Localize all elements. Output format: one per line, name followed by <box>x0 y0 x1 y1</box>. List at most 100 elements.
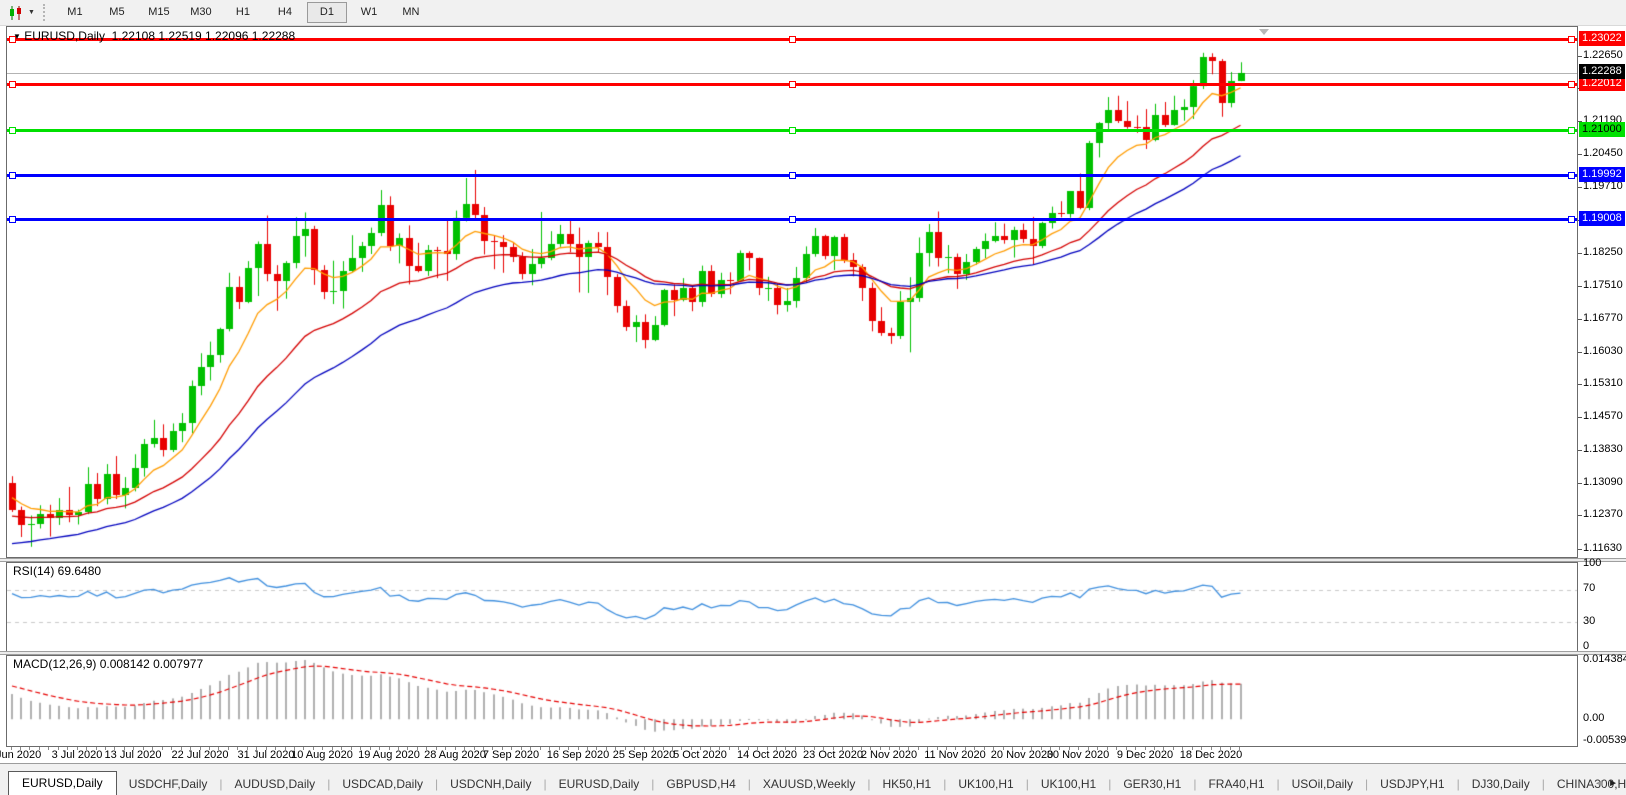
date-minor-tick <box>729 747 730 750</box>
chart-tab-bar: EURUSD,DailyUSDCHF,Daily|AUDUSD,Daily|US… <box>0 763 1626 795</box>
price-tick-label: 1.22650 <box>1583 49 1623 61</box>
level-line-handle[interactable] <box>9 127 16 134</box>
price-tick-label: 1.13830 <box>1583 443 1623 455</box>
level-line-handle[interactable] <box>9 172 16 179</box>
toolbar-grip[interactable] <box>43 4 48 21</box>
metatrader-window: ▼ M1M5M15M30H1H4D1W1MN ▼ EURUSD,Daily 1.… <box>0 0 1626 794</box>
rsi-tick-label: 70 <box>1583 582 1595 594</box>
level-line-handle[interactable] <box>789 216 796 223</box>
price-tick-label: 1.15310 <box>1583 377 1623 389</box>
chart-tab-usdchf-daily[interactable]: USDCHF,Daily <box>117 774 220 795</box>
chart-tab-fra40-h1[interactable]: FRA40,H1 <box>1196 774 1276 795</box>
candlestick-chart-icon[interactable] <box>6 5 26 21</box>
date-label: 23 Oct 2020 <box>803 749 863 761</box>
date-label: 31 Jul 2020 <box>238 749 295 761</box>
level-line-handle[interactable] <box>789 172 796 179</box>
level-line-handle[interactable] <box>789 81 796 88</box>
level-price-label: 1.21000 <box>1579 122 1625 137</box>
level-line-handle[interactable] <box>1568 216 1575 223</box>
date-minor-tick <box>540 747 541 750</box>
chart-tab-gbpusd-h4[interactable]: GBPUSD,H4 <box>654 774 747 795</box>
level-line-handle[interactable] <box>9 216 16 223</box>
chart-tab-dj30-daily[interactable]: DJ30,Daily <box>1460 774 1542 795</box>
chart-tab-hk50-h1[interactable]: HK50,H1 <box>870 774 943 795</box>
timeframe-button-h4[interactable]: H4 <box>265 2 305 23</box>
date-minor-tick <box>918 747 919 750</box>
price-tick <box>1578 450 1582 451</box>
date-minor-tick <box>48 747 49 750</box>
chart-tab-usdcad-daily[interactable]: USDCAD,Daily <box>330 774 435 795</box>
chart-tab-eurusd-daily[interactable]: EURUSD,Daily <box>547 774 652 795</box>
chart-shift-marker[interactable] <box>1259 29 1269 35</box>
date-label: 20 Nov 2020 <box>991 749 1053 761</box>
timeframe-buttons: M1M5M15M30H1H4D1W1MN <box>54 2 432 23</box>
date-label: 16 Sep 2020 <box>547 749 609 761</box>
price-tick <box>1578 286 1582 287</box>
date-label: 13 Jul 2020 <box>105 749 162 761</box>
date-label: 11 Nov 2020 <box>924 749 986 761</box>
timeframe-button-m15[interactable]: M15 <box>139 2 179 23</box>
price-tick <box>1578 483 1582 484</box>
price-tick <box>1578 319 1582 320</box>
timeframe-button-m5[interactable]: M5 <box>97 2 137 23</box>
scroll-left-icon[interactable]: ◄ <box>1594 778 1608 789</box>
date-minor-tick <box>1173 747 1174 750</box>
chart-tab-audusd-daily[interactable]: AUDUSD,Daily <box>223 774 328 795</box>
chart-title: ▼ EURUSD,Daily 1.22108 1.22519 1.22096 1… <box>13 29 295 43</box>
level-line-handle[interactable] <box>1568 172 1575 179</box>
timeframe-button-mn[interactable]: MN <box>391 2 431 23</box>
timeframe-button-d1[interactable]: D1 <box>307 2 347 23</box>
price-tick-label: 1.12370 <box>1583 508 1623 520</box>
chart-symbol-label: EURUSD,Daily <box>24 29 105 43</box>
macd-tick-label: 0.014384 <box>1583 653 1626 665</box>
chart-tab-usoil-daily[interactable]: USOil,Daily <box>1280 774 1365 795</box>
date-label: 22 Jul 2020 <box>172 749 229 761</box>
scroll-right-icon[interactable]: ► <box>1608 778 1622 789</box>
price-tick <box>1578 417 1582 418</box>
timeframe-button-h1[interactable]: H1 <box>223 2 263 23</box>
rsi-tick-label: 30 <box>1583 615 1595 627</box>
level-line-handle[interactable] <box>9 81 16 88</box>
chart-tab-usdcnh-daily[interactable]: USDCNH,Daily <box>438 774 543 795</box>
date-label: 28 Aug 2020 <box>424 749 486 761</box>
chart-tab-eurusd-daily[interactable]: EURUSD,Daily <box>8 771 117 795</box>
level-line-handle[interactable] <box>1568 81 1575 88</box>
timeframe-button-m30[interactable]: M30 <box>181 2 221 23</box>
date-axis: 24 Jun 20203 Jul 202013 Jul 202022 Jul 2… <box>0 747 1626 763</box>
collapse-caret-icon[interactable]: ▼ <box>13 32 21 41</box>
price-tick <box>1578 154 1582 155</box>
rsi-canvas[interactable] <box>7 563 1577 651</box>
level-line-handle[interactable] <box>789 127 796 134</box>
rsi-tick-label: 0 <box>1583 640 1589 652</box>
timeframe-button-w1[interactable]: W1 <box>349 2 389 23</box>
price-tick <box>1578 549 1582 550</box>
price-tick-label: 1.11630 <box>1583 542 1622 554</box>
current-price-label: 1.22288 <box>1579 64 1625 79</box>
price-tick <box>1578 187 1582 188</box>
macd-canvas[interactable] <box>7 656 1577 746</box>
price-tick-label: 1.17510 <box>1583 279 1623 291</box>
price-tick-label: 1.16030 <box>1583 345 1623 357</box>
date-label: 2 Nov 2020 <box>861 749 917 761</box>
rsi-label: RSI(14) 69.6480 <box>13 564 101 578</box>
macd-label: MACD(12,26,9) 0.008142 0.007977 <box>13 657 203 671</box>
date-label: 25 Sep 2020 <box>613 749 675 761</box>
price-tick <box>1578 515 1582 516</box>
timeframe-button-m1[interactable]: M1 <box>55 2 95 23</box>
chart-tab-uk100-h1[interactable]: UK100,H1 <box>1029 774 1108 795</box>
chart-tab-usdjpy-h1[interactable]: USDJPY,H1 <box>1368 774 1456 795</box>
level-price-label: 1.19008 <box>1579 211 1625 226</box>
date-label: 24 Jun 2020 <box>0 749 41 761</box>
price-tick-label: 1.14570 <box>1583 410 1623 422</box>
chevron-down-icon[interactable]: ▼ <box>28 9 35 16</box>
price-tick-label: 1.18250 <box>1583 246 1623 258</box>
chart-tab-xauusd-weekly[interactable]: XAUUSD,Weekly <box>751 774 867 795</box>
macd-panel: MACD(12,26,9) 0.008142 0.007977 <box>6 655 1578 747</box>
chart-tab-uk100-h1[interactable]: UK100,H1 <box>946 774 1025 795</box>
rsi-tick-label: 100 <box>1583 557 1601 569</box>
level-line-handle[interactable] <box>789 36 796 43</box>
level-line-handle[interactable] <box>1568 36 1575 43</box>
chart-tab-ger30-h1[interactable]: GER30,H1 <box>1111 774 1193 795</box>
price-chart-canvas[interactable] <box>7 27 1577 557</box>
level-line-handle[interactable] <box>1568 127 1575 134</box>
